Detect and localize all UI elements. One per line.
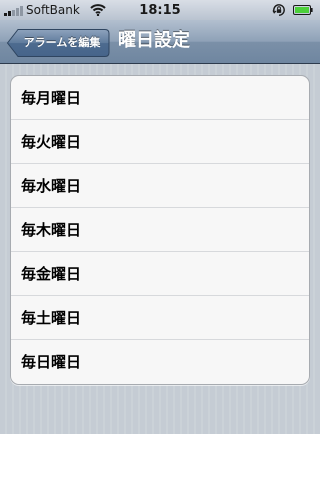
battery-icon (293, 5, 313, 15)
orientation-lock-icon (272, 4, 285, 16)
back-button-label: アラームを編集 (23, 36, 101, 49)
content-area: 毎月曜日 毎火曜日 毎水曜日 毎木曜日 毎金曜日 毎土曜日 毎日曜日 (0, 64, 320, 434)
list-item-thursday[interactable]: 毎木曜日 (11, 208, 309, 252)
weekday-list: 毎月曜日 毎火曜日 毎水曜日 毎木曜日 毎金曜日 毎土曜日 毎日曜日 (10, 75, 310, 385)
page-title: 曜日設定 (118, 30, 190, 51)
back-button[interactable]: アラームを編集 (6, 28, 110, 58)
list-item-sunday[interactable]: 毎日曜日 (11, 340, 309, 384)
list-item-saturday[interactable]: 毎土曜日 (11, 296, 309, 340)
list-item-friday[interactable]: 毎金曜日 (11, 252, 309, 296)
list-item-monday[interactable]: 毎月曜日 (11, 76, 309, 120)
status-bar: SoftBank 18:15 (0, 0, 320, 20)
list-item-wednesday[interactable]: 毎水曜日 (11, 164, 309, 208)
navigation-bar: アラームを編集 曜日設定 (0, 20, 320, 64)
screen: SoftBank 18:15 アラームを編集 曜日設定 毎月曜日 毎火曜日 毎水… (0, 0, 320, 480)
list-item-tuesday[interactable]: 毎火曜日 (11, 120, 309, 164)
bottom-blank-area (0, 434, 320, 480)
